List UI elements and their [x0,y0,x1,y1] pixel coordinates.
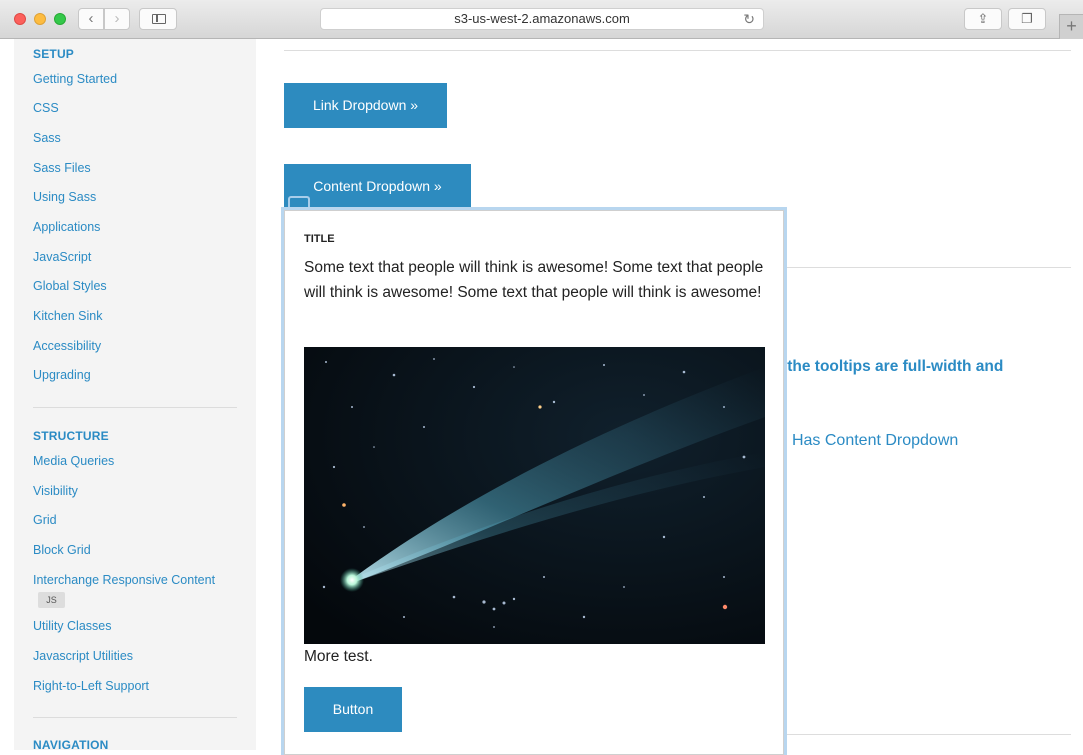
content-dropdown-button[interactable]: Content Dropdown » [284,164,471,209]
dropdown-body-text: Some text that people will think is awes… [304,259,764,301]
partial-sentence: e, the tooltips are full-width and [770,358,1003,376]
dropdown-action-button[interactable]: Button [304,687,402,732]
divider [784,734,1071,735]
sidebar-item-using-sass[interactable]: Using Sass [33,190,96,204]
sidebar-heading-setup: SETUP [33,47,75,61]
sidebar-item-interchange[interactable]: Interchange Responsive Content [33,573,215,587]
url-text: s3-us-west-2.amazonaws.com [454,11,630,26]
sidebar-item-utility-classes[interactable]: Utility Classes [33,619,112,633]
docs-sidebar: SETUP Getting Started CSS Sass Sass File… [14,39,256,752]
sidebar-item-rtl-support[interactable]: Right-to-Left Support [33,679,149,693]
sidebar-item-global-styles[interactable]: Global Styles [33,279,107,293]
link-dropdown-button[interactable]: Link Dropdown » [284,83,447,128]
minimize-window-button[interactable] [34,13,46,25]
sidebar-item-media-queries[interactable]: Media Queries [33,454,114,468]
sidebar-item-block-grid[interactable]: Block Grid [33,543,91,557]
sidebar-item-getting-started[interactable]: Getting Started [33,72,117,86]
sidebar-item-accessibility[interactable]: Accessibility [33,339,101,353]
sidebar-divider [33,717,237,718]
sidebar-item-sass[interactable]: Sass [33,131,61,145]
sidebar-heading-structure: STRUCTURE [33,429,109,443]
reload-icon[interactable]: ↻ [743,9,755,29]
sidebar-item-visibility[interactable]: Visibility [33,484,78,498]
sidebar-item-grid[interactable]: Grid [33,513,57,527]
back-button[interactable]: ‹ [78,8,104,30]
sidebar-item-kitchen-sink[interactable]: Kitchen Sink [33,309,102,323]
sidebar-item-sass-files[interactable]: Sass Files [33,161,91,175]
close-window-button[interactable] [14,13,26,25]
plus-icon: + [1066,16,1077,36]
zoom-window-button[interactable] [54,13,66,25]
content-dropdown-panel: TITLE Some text that people will think i… [284,210,784,755]
sidebar-item-css[interactable]: CSS [33,101,59,115]
forward-icon: › [114,10,120,27]
has-content-dropdown-link[interactable]: Has Content Dropdown [792,432,958,449]
comet-illustration [304,347,765,644]
sidebar-item-upgrading[interactable]: Upgrading [33,368,91,382]
show-tabs-button[interactable]: ❐ [1008,8,1046,30]
js-badge: JS [38,592,65,608]
dropdown-more-text: More test. [304,648,373,665]
browser-toolbar: ‹ › s3-us-west-2.amazonaws.com ↻ ⇪ ❐ + [0,0,1083,39]
back-icon: ‹ [88,10,94,27]
address-bar[interactable]: s3-us-west-2.amazonaws.com ↻ [320,8,764,30]
forward-button[interactable]: › [104,8,130,30]
share-icon: ⇪ [977,11,989,26]
sidebar-item-javascript[interactable]: JavaScript [33,250,91,264]
tabs-icon: ❐ [1021,11,1033,26]
sidebar-item-javascript-utilities[interactable]: Javascript Utilities [33,649,133,663]
share-button[interactable]: ⇪ [964,8,1002,30]
divider [284,50,1071,51]
partial-sentence-text: e, the tooltips are full-width and [770,358,1004,375]
new-tab-button[interactable]: + [1059,14,1083,39]
comet-image [304,347,765,644]
dropdown-title: TITLE [304,233,335,245]
sidebar-divider [33,407,237,408]
sidebar-icon [152,14,166,24]
sidebar-toggle-button[interactable] [139,8,177,30]
dropdown-links-row: n | Has Content Dropdown [770,432,958,450]
sidebar-item-applications[interactable]: Applications [33,220,100,234]
